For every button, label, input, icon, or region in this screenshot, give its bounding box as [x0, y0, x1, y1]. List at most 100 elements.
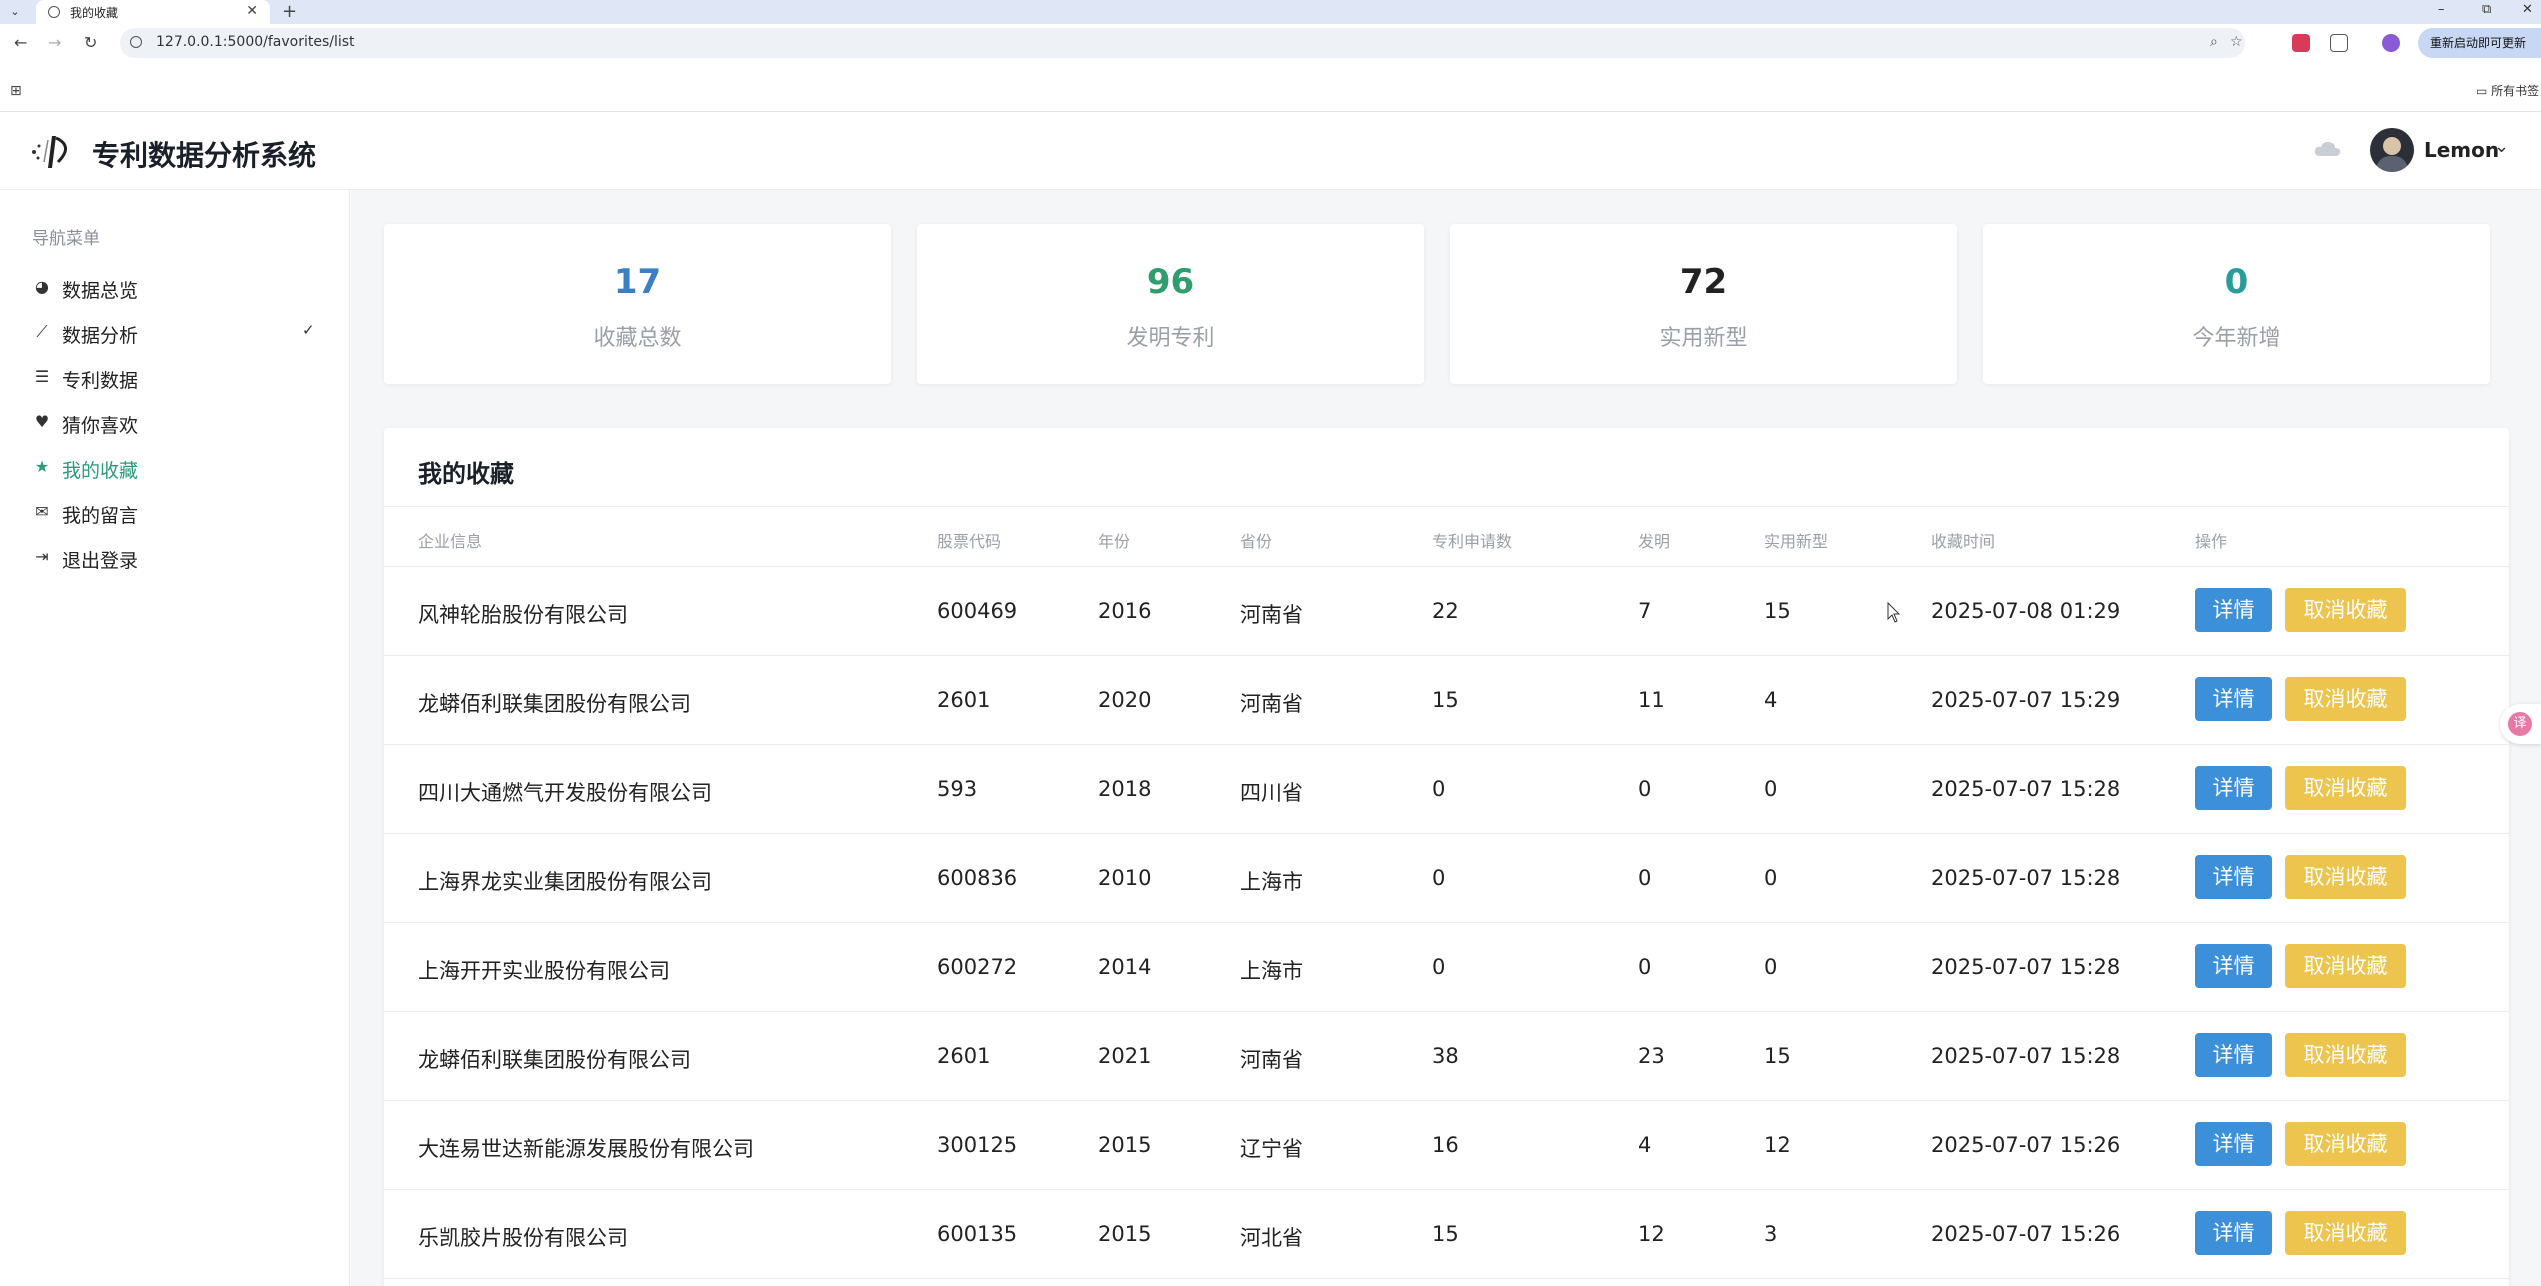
- stat-value: 72: [1679, 262, 1728, 302]
- sidebar-item-7[interactable]: ⇥ 退出登录: [0, 538, 350, 578]
- sidebar-item-4[interactable]: ♥ 猜你喜欢: [0, 403, 350, 443]
- sidebar-item-5[interactable]: ★ 我的收藏: [0, 448, 350, 488]
- province-cell: 辽宁省: [1240, 1137, 1303, 1161]
- sidebar-item-label: 我的收藏: [62, 460, 139, 482]
- avatar[interactable]: [2370, 128, 2414, 172]
- stat-label: 发明专利: [1126, 326, 1215, 351]
- detail-button[interactable]: 详情: [2195, 855, 2272, 899]
- stat-label: 实用新型: [1659, 326, 1748, 351]
- stock-code-cell: 600272: [937, 955, 1018, 979]
- cancel-favorite-button[interactable]: 取消收藏: [2285, 588, 2406, 632]
- applications-cell: 0: [1432, 955, 1446, 979]
- cancel-favorite-button[interactable]: 取消收藏: [2285, 944, 2406, 988]
- translate-widget[interactable]: 译: [2500, 704, 2541, 744]
- stock-code-cell: 2601: [937, 688, 991, 712]
- panel-title: 我的收藏: [418, 460, 514, 488]
- profile-icon[interactable]: [2382, 34, 2400, 52]
- company-cell: 上海界龙实业集团股份有限公司: [418, 870, 712, 894]
- province-cell: 河南省: [1240, 1048, 1303, 1072]
- year-cell: 2015: [1098, 1222, 1152, 1246]
- forward-icon[interactable]: →: [48, 33, 61, 52]
- user-name[interactable]: Lemon: [2424, 138, 2499, 162]
- cancel-favorite-button[interactable]: 取消收藏: [2285, 1033, 2406, 1077]
- sidebar-item-3[interactable]: ☰ 专利数据: [0, 358, 350, 398]
- stat-value: 0: [2224, 262, 2249, 302]
- puzzle-icon[interactable]: [2330, 34, 2348, 52]
- invention-cell: 0: [1638, 777, 1652, 801]
- detail-button[interactable]: 详情: [2195, 588, 2272, 632]
- all-bookmarks-folder[interactable]: ▭ 所有书签: [2476, 82, 2539, 99]
- detail-button[interactable]: 详情: [2195, 677, 2272, 721]
- bookmark-star-icon[interactable]: ☆: [2230, 34, 2243, 50]
- browser-tab-bar: ⌄ 我的收藏 ✕ + – ⧉ ✕: [0, 0, 2541, 24]
- cancel-favorite-button[interactable]: 取消收藏: [2285, 1211, 2406, 1255]
- tab-search-icon[interactable]: ⌄: [6, 3, 24, 21]
- table-row: 四川大通燃气开发股份有限公司 593 2018 四川省 0 0 0 2025-07-07 15…: [384, 745, 2509, 834]
- update-button[interactable]: 重新启动即可更新: [2418, 28, 2541, 58]
- browser-tab[interactable]: 我的收藏 ✕: [36, 0, 270, 24]
- line-chart-icon: ⟋: [36, 322, 48, 341]
- column-header: 省份: [1240, 532, 1273, 551]
- utility-cell: 15: [1764, 599, 1791, 623]
- sidebar-item-1[interactable]: ◕ 数据总览: [0, 268, 350, 308]
- back-icon[interactable]: ←: [14, 33, 27, 52]
- extension-icon[interactable]: [2292, 34, 2310, 52]
- province-cell: 上海市: [1240, 959, 1303, 983]
- province-cell: 河北省: [1240, 1226, 1303, 1250]
- utility-cell: 0: [1764, 955, 1778, 979]
- favorite-time-cell: 2025-07-07 15:28: [1931, 1044, 2121, 1068]
- cancel-favorite-button[interactable]: 取消收藏: [2285, 766, 2406, 810]
- column-header: 企业信息: [418, 532, 483, 551]
- cloud-icon[interactable]: [2314, 140, 2342, 158]
- nav-heading: 导航菜单: [32, 229, 100, 249]
- sidebar: 导航菜单 ◕ 数据总览 ⟋ 数据分析 ✓ ☰ 专利数据 ♥ 猜你喜欢 ★ 我的收藏 ✉ 我的留言 ⇥ 退出登…: [0, 190, 350, 1286]
- tab-close-icon[interactable]: ✕: [246, 3, 258, 19]
- column-header: 专利申请数: [1432, 532, 1513, 551]
- utility-cell: 0: [1764, 777, 1778, 801]
- invention-cell: 23: [1638, 1044, 1665, 1068]
- detail-button[interactable]: 详情: [2195, 766, 2272, 810]
- utility-cell: 3: [1764, 1222, 1778, 1246]
- invention-cell: 7: [1638, 599, 1652, 623]
- stat-label: 收藏总数: [593, 326, 682, 351]
- window-close-icon[interactable]: ✕: [2522, 2, 2533, 17]
- cancel-favorite-button[interactable]: 取消收藏: [2285, 1122, 2406, 1166]
- favorite-time-cell: 2025-07-07 15:28: [1931, 777, 2121, 801]
- company-cell: 龙蟒佰利联集团股份有限公司: [418, 1048, 691, 1072]
- url-text: 127.0.0.1:5000/favorites/list: [156, 34, 355, 50]
- detail-button[interactable]: 详情: [2195, 944, 2272, 988]
- all-bookmarks-label: 所有书签: [2491, 84, 2540, 98]
- app-logo-icon: [32, 136, 67, 168]
- favorite-time-cell: 2025-07-07 15:26: [1931, 1222, 2121, 1246]
- year-cell: 2016: [1098, 599, 1152, 623]
- stat-card: 96 发明专利: [917, 224, 1424, 384]
- invention-cell: 0: [1638, 866, 1652, 890]
- restore-icon[interactable]: ⧉: [2482, 2, 2491, 17]
- column-header: 实用新型: [1764, 532, 1829, 551]
- cancel-favorite-button[interactable]: 取消收藏: [2285, 677, 2406, 721]
- sidebar-item-6[interactable]: ✉ 我的留言: [0, 493, 350, 533]
- url-input[interactable]: 127.0.0.1:5000/favorites/list ⌕ ☆: [120, 28, 2245, 58]
- column-header: 年份: [1098, 532, 1131, 551]
- chevron-down-icon[interactable]: ✓: [302, 321, 315, 339]
- detail-button[interactable]: 详情: [2195, 1211, 2272, 1255]
- sidebar-item-2[interactable]: ⟋ 数据分析 ✓: [0, 313, 350, 353]
- site-info-icon[interactable]: [130, 36, 142, 48]
- detail-button[interactable]: 详情: [2195, 1122, 2272, 1166]
- cancel-favorite-button[interactable]: 取消收藏: [2285, 855, 2406, 899]
- minimize-icon[interactable]: –: [2438, 2, 2445, 17]
- heart-icon: ♥: [34, 412, 50, 431]
- year-cell: 2015: [1098, 1133, 1152, 1157]
- zoom-icon[interactable]: ⌕: [2210, 34, 2218, 50]
- utility-cell: 4: [1764, 688, 1778, 712]
- chevron-down-icon[interactable]: ⌄: [2494, 136, 2509, 157]
- table-row: 上海界龙实业集团股份有限公司 600836 2010 上海市 0 0 0 2025-07-07…: [384, 834, 2509, 923]
- company-cell: 大连易世达新能源发展股份有限公司: [418, 1137, 754, 1161]
- new-tab-icon[interactable]: +: [282, 1, 297, 22]
- favorite-time-cell: 2025-07-08 01:29: [1931, 599, 2121, 623]
- app-title[interactable]: 专利数据分析系统: [92, 134, 316, 174]
- apps-grid-icon[interactable]: ⊞: [10, 83, 22, 99]
- reload-icon[interactable]: ↻: [84, 33, 97, 52]
- detail-button[interactable]: 详情: [2195, 1033, 2272, 1077]
- applications-cell: 0: [1432, 866, 1446, 890]
